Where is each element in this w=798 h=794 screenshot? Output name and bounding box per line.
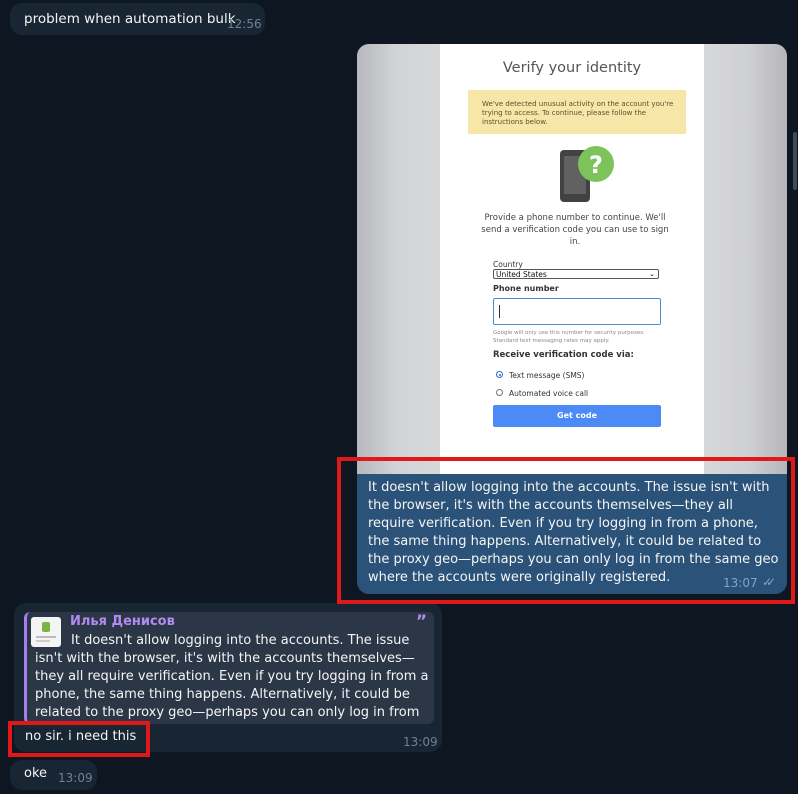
- reply-quote-text: It doesn't allow logging into the accoun…: [35, 633, 429, 720]
- reply-quote[interactable]: Илья Денисов ” It doesn't allow logging …: [24, 612, 434, 724]
- message-bubble-incoming[interactable]: problem when automation bulk 12:56: [10, 3, 265, 35]
- verify-identity-page: Verify your identity We've detected unus…: [440, 44, 704, 474]
- message-time: 13:09: [58, 771, 93, 785]
- phone-label: Phone number: [493, 284, 559, 293]
- sms-option-label: Text message (SMS): [509, 371, 585, 380]
- message-text: problem when automation bulk: [24, 11, 236, 27]
- reply-author: Илья Денисов: [70, 614, 175, 629]
- attached-screenshot[interactable]: Verify your identity We've detected unus…: [357, 44, 787, 474]
- country-select: United States ⌄: [493, 269, 659, 279]
- phone-number-field: [493, 298, 661, 325]
- receive-label: Receive verification code via:: [493, 350, 634, 360]
- chevron-down-icon: ⌄: [649, 270, 655, 278]
- message-text: oke: [24, 766, 48, 781]
- phone-question-icon: ?: [560, 146, 614, 202]
- voice-radio: [496, 389, 503, 396]
- country-value: United States: [496, 270, 547, 279]
- svg-text:?: ?: [589, 151, 603, 179]
- quote-icon: ”: [415, 612, 427, 632]
- get-code-button: Get code: [493, 405, 661, 427]
- message-bubble-incoming[interactable]: oke 13:09: [10, 760, 97, 790]
- message-time: 13:09: [403, 735, 438, 749]
- verify-description: Provide a phone number to continue. We'l…: [481, 213, 669, 247]
- country-label: Country: [493, 260, 523, 269]
- highlight-box: [337, 457, 795, 604]
- scrollbar-thumb[interactable]: [793, 132, 797, 190]
- warning-banner: We've detected unusual activity on the a…: [468, 90, 686, 134]
- highlight-box: [8, 721, 150, 757]
- message-time: 12:56: [227, 17, 262, 31]
- phone-note: Google will only use this number for sec…: [493, 330, 645, 344]
- sms-radio: [496, 371, 503, 378]
- verify-title: Verify your identity: [502, 60, 642, 76]
- voice-option-label: Automated voice call: [509, 389, 589, 398]
